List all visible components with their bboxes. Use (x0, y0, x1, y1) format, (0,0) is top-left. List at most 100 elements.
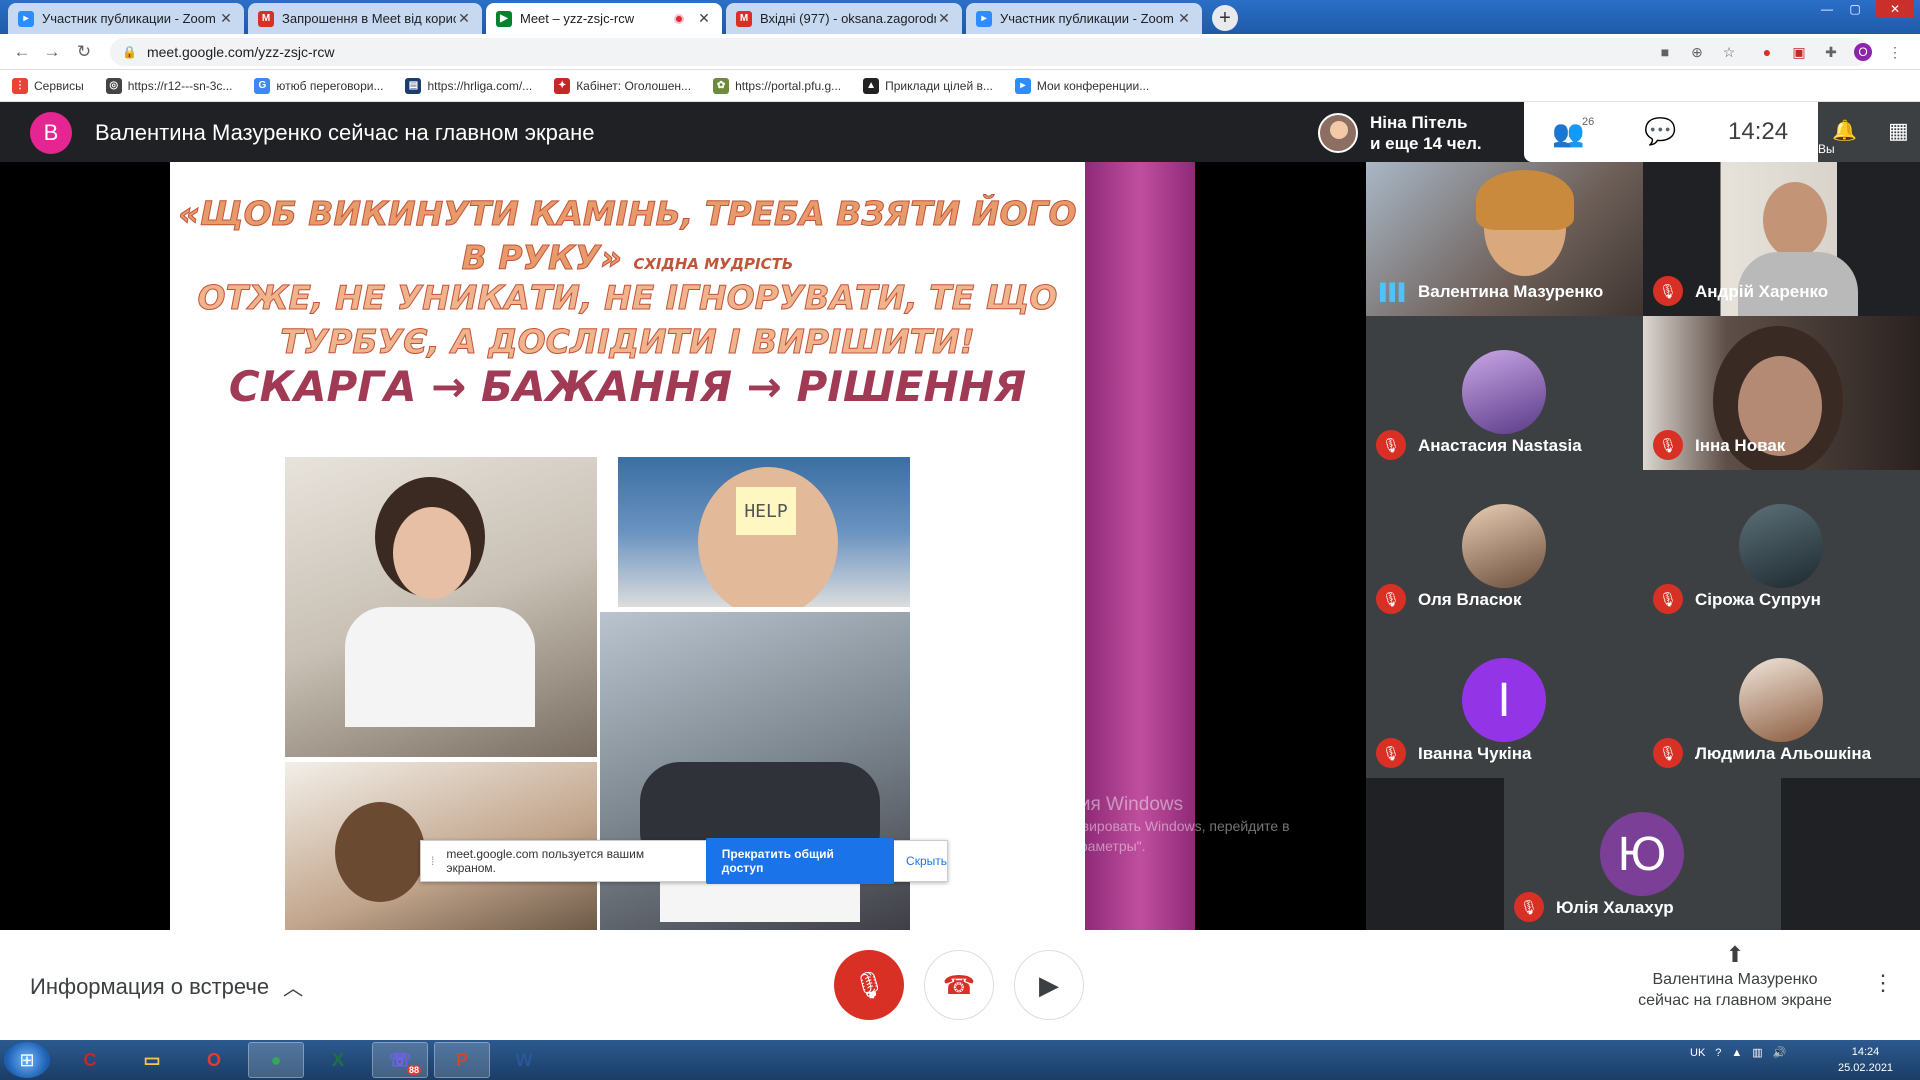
close-icon[interactable]: ✕ (456, 10, 472, 27)
others-in-call[interactable]: Ніна Пітель и еще 14 чел. (1318, 112, 1482, 154)
language-indicator[interactable]: UK (1690, 1047, 1705, 1059)
presentation-status-button[interactable]: ⬆ Валентина Мазуренко сейчас на главном … (1630, 944, 1840, 1011)
participant-tile[interactable]: 🎙 Людмила Альошкіна (1643, 624, 1920, 778)
app-c-icon: C (83, 1049, 97, 1070)
leave-call-button[interactable]: ☎ (924, 950, 994, 1020)
microphone-toggle-button[interactable]: 🎙 (834, 950, 904, 1020)
people-icon[interactable]: 👥 (1552, 118, 1584, 149)
participant-tile[interactable]: I 🎙 Іванна Чукіна (1366, 624, 1643, 778)
hide-share-bar-link[interactable]: Скрыть (906, 854, 947, 868)
word-app[interactable]: W (496, 1042, 552, 1078)
meeting-details-button[interactable]: Информация о встрече ︿ (30, 972, 303, 1001)
participant-tile[interactable]: Ю 🎙 Юлія Халахур (1504, 778, 1781, 932)
bookmark-item[interactable]: ⋮ Сервисы (12, 77, 84, 94)
conclusion-line: ТУРБУЄ, А ДОСЛІДИТИ І ВИРІШИТИ! (280, 322, 976, 362)
bookmark-label: https://hrliga.com/... (427, 78, 533, 93)
back-icon[interactable]: ← (12, 42, 32, 62)
shirt-shape (345, 607, 535, 727)
bookmark-item[interactable]: ▸ Мои конференции... (1014, 77, 1150, 94)
camera-icon[interactable]: ■ (1656, 43, 1674, 61)
self-view-tile[interactable]: 🔔 ▦ Вы (1818, 102, 1920, 162)
taskbar-clock[interactable]: 14:24 25.02.2021 (1838, 1044, 1893, 1076)
tray-arrow-icon[interactable]: ▲ (1731, 1047, 1742, 1059)
slide-formula: СКАРГА → БАЖАННЯ → РІШЕННЯ (228, 362, 1027, 411)
profile-avatar[interactable]: O (1854, 43, 1872, 61)
close-icon[interactable]: ✕ (696, 10, 712, 27)
word-icon: W (515, 1049, 533, 1070)
start-button[interactable]: ⊞ (4, 1042, 50, 1078)
hang-up-icon: ☎ (942, 969, 976, 1000)
camera-toggle-button[interactable]: ▶ (1014, 950, 1084, 1020)
star-icon[interactable]: ☆ (1720, 43, 1738, 61)
participant-tile[interactable]: ▌▌▌ Валентина Мазуренко (1366, 162, 1643, 316)
globe-icon: ◎ (105, 77, 122, 94)
viber-app[interactable]: ☏ 88 (372, 1042, 428, 1078)
bookmark-item[interactable]: ✿ https://portal.pfu.g... (713, 77, 841, 94)
slide-conclusion: ОТЖЕ, НЕ УНИКАТИ, НЕ ІГНОРУВАТИ, ТЕ ЩО Т… (170, 276, 1085, 364)
close-window-icon[interactable]: ✕ (1876, 0, 1914, 18)
help-icon[interactable]: ? (1715, 1047, 1721, 1059)
pin-icon[interactable]: 🔔 (1832, 118, 1857, 143)
stop-sharing-button[interactable]: Прекратить общий доступ (705, 838, 895, 884)
bookmark-item[interactable]: ✦ Кабінет: Оголошен... (554, 77, 692, 94)
close-icon[interactable]: ✕ (218, 10, 234, 27)
avatar (1318, 113, 1358, 153)
close-icon[interactable]: ✕ (936, 10, 952, 27)
browser-tab[interactable]: M Вхідні (977) - oksana.zagorodniu ✕ (726, 3, 962, 34)
zoom-icon[interactable]: ⊕ (1688, 43, 1706, 61)
pfu-icon: ✿ (713, 77, 730, 94)
new-tab-button[interactable]: + (1212, 5, 1238, 31)
participant-name: Інна Новак (1695, 436, 1786, 455)
bookmark-item[interactable]: ◎ https://r12---sn-3c... (105, 77, 232, 94)
quote-source: СХІДНА МУДРІСТЬ (633, 255, 794, 273)
opera-app[interactable]: O (186, 1042, 242, 1078)
bookmark-item[interactable]: ▤ https://hrliga.com/... (405, 77, 533, 94)
bookmark-item[interactable]: Gютюб переговори... (254, 77, 383, 94)
bookmark-label: Кабінет: Оголошен... (576, 78, 692, 93)
explorer-app[interactable]: ▭ (124, 1042, 180, 1078)
opera-icon: O (206, 1049, 221, 1070)
reload-icon[interactable]: ↻ (74, 42, 94, 62)
mic-off-icon: 🎙 (1653, 430, 1683, 460)
chrome-app[interactable]: ● (248, 1042, 304, 1078)
mic-off-icon: 🎙 (1376, 430, 1406, 460)
participant-initial-avatar: I (1462, 658, 1546, 742)
pdf-extension-icon[interactable]: ▣ (1790, 43, 1808, 61)
network-icon[interactable]: ▥ (1752, 1046, 1762, 1059)
participant-tile[interactable]: 🎙 Анастасия Nastasia (1366, 316, 1643, 470)
participant-photo (1739, 504, 1823, 588)
present-status-line: Валентина Мазуренко (1652, 971, 1818, 988)
mic-off-icon: 🎙 (1653, 738, 1683, 768)
layout-icon[interactable]: ▦ (1888, 118, 1909, 144)
puzzle-icon[interactable]: ✚ (1822, 43, 1840, 61)
recent-app[interactable]: C (62, 1042, 118, 1078)
maximize-icon[interactable]: ▢ (1842, 0, 1868, 18)
browser-tab[interactable]: ▸ Участник публикации - Zoom ✕ (966, 3, 1202, 34)
recording-icon (674, 13, 684, 24)
opera-extension-icon[interactable]: ● (1758, 43, 1776, 61)
participant-tile[interactable]: 🎙 Андрій Харенко (1643, 162, 1920, 316)
bookmark-label: Мои конференции... (1036, 78, 1150, 93)
excel-app[interactable]: X (310, 1042, 366, 1078)
minimize-icon[interactable]: — (1814, 0, 1840, 18)
participant-tile[interactable]: 🎙 Сірожа Супрун (1643, 470, 1920, 624)
participant-name: Людмила Альошкіна (1695, 744, 1872, 763)
powerpoint-app[interactable]: P (434, 1042, 490, 1078)
more-options-icon[interactable]: ⋮ (1872, 970, 1894, 996)
volume-icon[interactable]: 🔊 (1773, 1046, 1787, 1059)
participant-tile[interactable]: 🎙 Інна Новак (1643, 316, 1920, 470)
browser-tab-active[interactable]: ▶ Meet – yzz-zsjc-rcw ✕ (486, 3, 722, 34)
browser-tab[interactable]: M Запрошення в Meet від користу ✕ (248, 3, 482, 34)
close-icon[interactable]: ✕ (1176, 10, 1192, 27)
hrliga-icon: ▤ (405, 77, 422, 94)
screen-share-bar: ⁞ meet.google.com пользуется вашим экран… (420, 838, 948, 884)
browser-tab[interactable]: ▸ Участник публикации - Zoom ✕ (8, 3, 244, 34)
address-bar[interactable]: 🔒 meet.google.com/yzz-zsjc-rcw (110, 38, 1870, 66)
participant-tile[interactable]: 🎙 Оля Власюк (1366, 470, 1643, 624)
bookmark-item[interactable]: ▲ Приклади цілей в... (863, 77, 993, 94)
menu-icon[interactable]: ⋮ (1886, 43, 1904, 61)
chat-icon[interactable]: 💬 (1644, 116, 1676, 147)
forward-icon[interactable]: → (42, 42, 62, 62)
drag-handle-icon[interactable]: ⁞ (431, 854, 434, 868)
others-name: Ніна Пітель (1370, 113, 1468, 132)
